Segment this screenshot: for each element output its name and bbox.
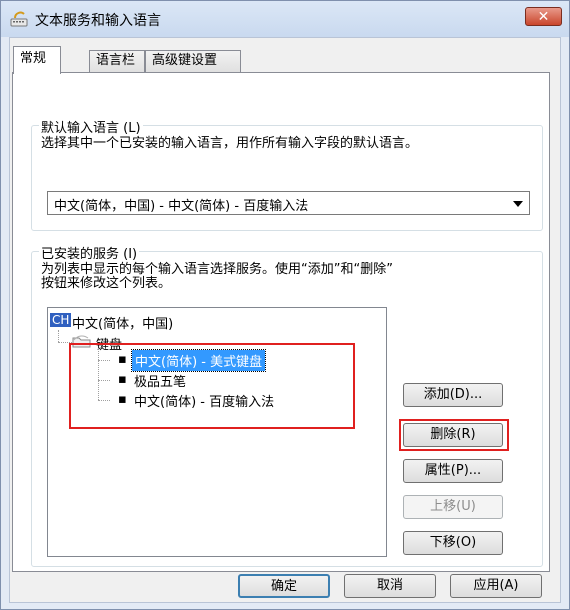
tab-language-bar[interactable]: 语言栏 — [89, 50, 145, 72]
title-bar[interactable]: 文本服务和输入语言 ✕ — [1, 1, 569, 37]
tab-general-label: 常规 — [20, 51, 47, 66]
tree-connector — [58, 330, 59, 342]
default-language-select[interactable]: 中文(简体，中国) - 中文(简体) - 百度输入法 — [47, 191, 530, 215]
properties-button[interactable]: 属性(P)... — [403, 459, 503, 483]
tree-language-node[interactable]: 中文(简体，中国) — [72, 313, 173, 332]
dialog-window: 文本服务和输入语言 ✕ 常规 语言栏 高级键设置 默认输入语言 (L) 选择其中… — [0, 0, 570, 610]
add-button[interactable]: 添加(D)... — [403, 383, 503, 407]
annotation-highlight-box — [399, 419, 509, 451]
default-language-description: 选择其中一个已安装的输入语言，用作所有输入字段的默认语言。 — [41, 136, 419, 151]
installed-services-label: 已安装的服务 (I) — [39, 243, 140, 262]
window-title: 文本服务和输入语言 — [35, 13, 161, 29]
language-badge: CH — [50, 313, 72, 327]
cancel-button[interactable]: 取消 — [344, 574, 436, 598]
general-tab-panel: 默认输入语言 (L) 选择其中一个已安装的输入语言，用作所有输入字段的默认语言。… — [12, 72, 550, 572]
default-language-value: 中文(简体，中国) - 中文(简体) - 百度输入法 — [54, 199, 309, 214]
annotation-highlight-box — [69, 343, 355, 429]
close-icon: ✕ — [537, 9, 550, 25]
services-description-line2: 按钮来修改这个列表。 — [41, 276, 172, 291]
apply-button[interactable]: 应用(A) — [450, 574, 542, 598]
tab-general[interactable]: 常规 — [13, 46, 61, 74]
move-up-button[interactable]: 上移(U) — [403, 495, 503, 519]
move-down-button[interactable]: 下移(O) — [403, 531, 503, 555]
tab-language-bar-label: 语言栏 — [96, 53, 136, 68]
tab-advanced-keys-label: 高级键设置 — [152, 53, 218, 68]
default-language-label: 默认输入语言 (L) — [39, 117, 143, 136]
ok-button[interactable]: 确定 — [238, 574, 330, 598]
services-description-line1: 为列表中显示的每个输入语言选择服务。使用“添加”和“删除” — [41, 262, 393, 277]
close-button[interactable]: ✕ — [525, 7, 562, 26]
keyboard-app-icon — [9, 10, 29, 28]
tab-advanced-keys[interactable]: 高级键设置 — [145, 50, 241, 72]
chevron-down-icon — [513, 201, 523, 207]
dialog-body: 常规 语言栏 高级键设置 默认输入语言 (L) 选择其中一个已安装的输入语言，用… — [9, 37, 561, 603]
